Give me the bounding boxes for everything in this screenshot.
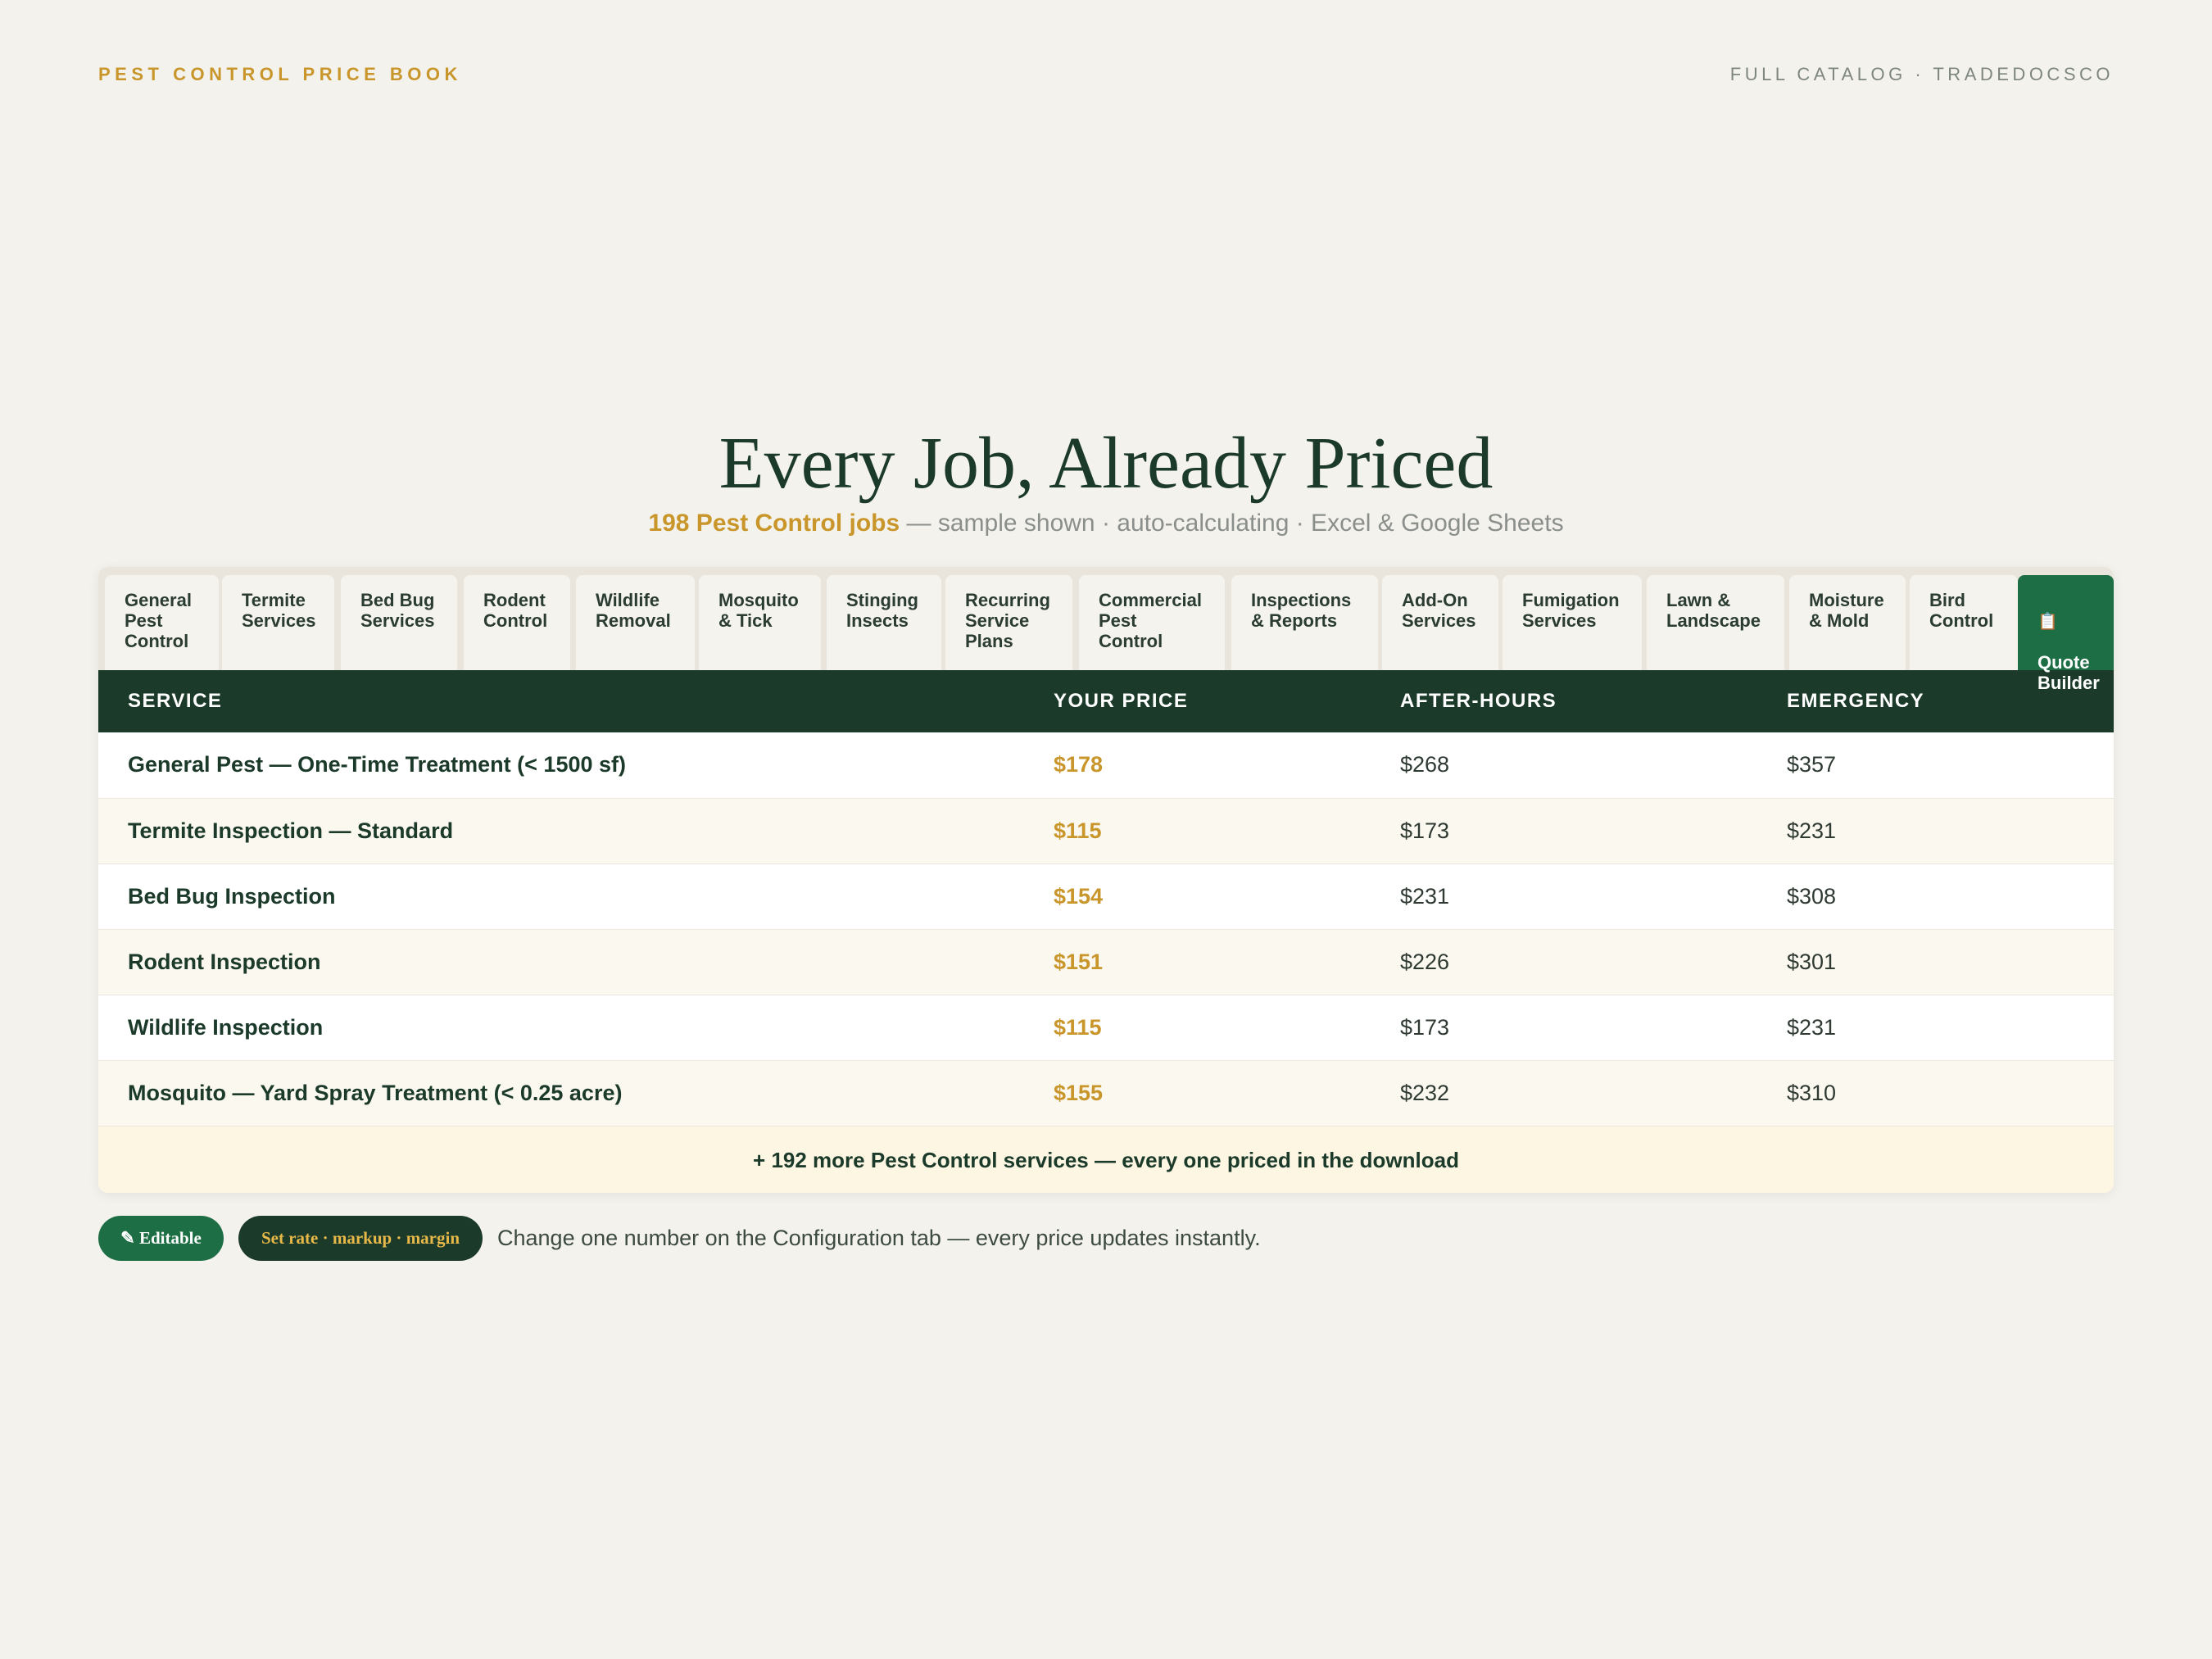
tab-recurring-service-plans[interactable]: Recurring Service Plans xyxy=(945,575,1072,670)
table-row[interactable]: Wildlife Inspection $115 $173 $231 xyxy=(98,995,2114,1061)
service-name: Termite Inspection — Standard xyxy=(98,798,1024,864)
after-hours-cell: $226 xyxy=(1371,929,1757,995)
column-header-after-hours: AFTER-HOURS xyxy=(1371,670,1757,732)
your-price-cell: $154 xyxy=(1024,863,1371,930)
tab-mosquito-tick[interactable]: Mosquito & Tick xyxy=(699,575,821,670)
your-price-cell: $155 xyxy=(1024,1060,1371,1126)
tab-general-pest-control[interactable]: General Pest Control xyxy=(105,575,219,670)
emergency-cell: $231 xyxy=(1757,798,2114,864)
column-header-your-price: YOUR PRICE xyxy=(1024,670,1371,732)
price-table: SERVICE YOUR PRICE AFTER-HOURS EMERGENCY… xyxy=(98,670,2114,1126)
your-price-cell: $115 xyxy=(1024,995,1371,1061)
service-name: Rodent Inspection xyxy=(98,929,1024,995)
tab-quote-builder-label: Quote Builder xyxy=(2037,652,2100,693)
table-row[interactable]: Rodent Inspection $151 $226 $301 xyxy=(98,929,2114,995)
page-title: Every Job, Already Priced xyxy=(718,423,1494,504)
after-hours-cell: $232 xyxy=(1371,1060,1757,1126)
job-count-highlight: 198 Pest Control jobs xyxy=(648,510,900,537)
tab-inspections-reports[interactable]: Inspections & Reports xyxy=(1231,575,1378,670)
service-name: Wildlife Inspection xyxy=(98,995,1024,1061)
catalog-label: FULL CATALOG · TRADEDOCSCO xyxy=(1729,64,2114,84)
after-hours-cell: $173 xyxy=(1371,798,1757,864)
tab-commercial-pest-control[interactable]: Commercial Pest Control xyxy=(1079,575,1225,670)
tab-quote-builder[interactable]: 📋 Quote Builder xyxy=(2018,575,2114,693)
your-price-cell: $151 xyxy=(1024,929,1371,995)
emergency-cell: $301 xyxy=(1757,929,2114,995)
subtitle-text: — sample shown · auto-calculating · Exce… xyxy=(900,510,1564,537)
table-row[interactable]: General Pest — One-Time Treatment (< 150… xyxy=(98,732,2114,799)
table-row[interactable]: Mosquito — Yard Spray Treatment (< 0.25 … xyxy=(98,1060,2114,1126)
emergency-cell: $231 xyxy=(1757,995,2114,1061)
tab-add-on-services[interactable]: Add-On Services xyxy=(1382,575,1498,670)
tab-fumigation-services[interactable]: Fumigation Services xyxy=(1503,575,1642,670)
table-row[interactable]: Bed Bug Inspection $154 $231 $308 xyxy=(98,863,2114,930)
tab-termite-services[interactable]: Termite Services xyxy=(222,575,334,670)
price-table-card: General Pest Control Termite Services Be… xyxy=(98,567,2114,1193)
emergency-cell: $310 xyxy=(1757,1060,2114,1126)
after-hours-cell: $231 xyxy=(1371,863,1757,930)
clipboard-icon: 📋 xyxy=(2037,613,2058,631)
tab-bird-control[interactable]: Bird Control xyxy=(1910,575,2018,670)
emergency-cell: $357 xyxy=(1757,732,2114,799)
tab-rodent-control[interactable]: Rodent Control xyxy=(464,575,570,670)
table-header-row: SERVICE YOUR PRICE AFTER-HOURS EMERGENCY xyxy=(98,670,2114,732)
more-services-banner: + 192 more Pest Control services — every… xyxy=(98,1126,2114,1193)
tab-stinging-insects[interactable]: Stinging Insects xyxy=(827,575,941,670)
rate-markup-badge: Set rate · markup · margin xyxy=(238,1216,483,1261)
tab-wildlife-removal[interactable]: Wildlife Removal xyxy=(576,575,695,670)
tab-moisture-mold[interactable]: Moisture & Mold xyxy=(1789,575,1906,670)
category-tab-bar: General Pest Control Termite Services Be… xyxy=(98,567,2114,693)
your-price-cell: $115 xyxy=(1024,798,1371,864)
service-name: General Pest — One-Time Treatment (< 150… xyxy=(98,732,1024,799)
emergency-cell: $308 xyxy=(1757,863,2114,930)
editable-badge: ✎ Editable xyxy=(98,1216,224,1261)
page-subtitle: 198 Pest Control jobs — sample shown · a… xyxy=(0,510,2212,537)
brand-label: PEST CONTROL PRICE BOOK xyxy=(98,64,462,84)
column-header-service: SERVICE xyxy=(98,670,1024,732)
after-hours-cell: $268 xyxy=(1371,732,1757,799)
service-name: Bed Bug Inspection xyxy=(98,863,1024,930)
tab-lawn-landscape[interactable]: Lawn & Landscape xyxy=(1647,575,1784,670)
after-hours-cell: $173 xyxy=(1371,995,1757,1061)
your-price-cell: $178 xyxy=(1024,732,1371,799)
service-name: Mosquito — Yard Spray Treatment (< 0.25 … xyxy=(98,1060,1024,1126)
configuration-note: Change one number on the Configuration t… xyxy=(497,1226,1261,1250)
table-row[interactable]: Termite Inspection — Standard $115 $173 … xyxy=(98,798,2114,864)
tab-bed-bug-services[interactable]: Bed Bug Services xyxy=(341,575,457,670)
